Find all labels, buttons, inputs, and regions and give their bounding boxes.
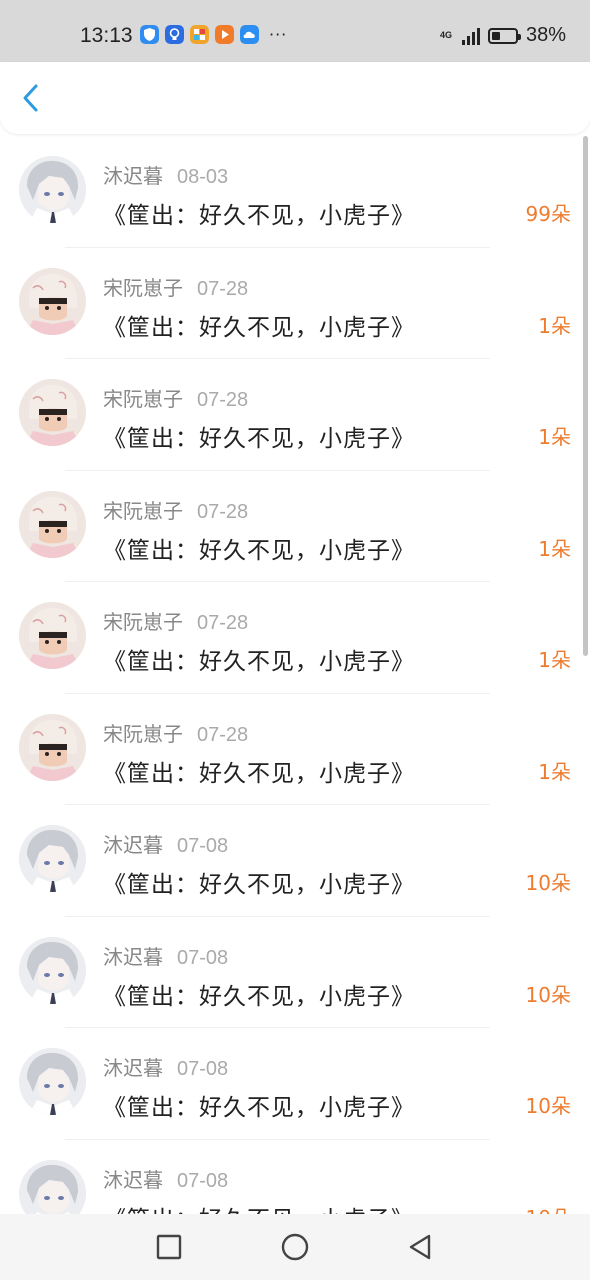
avatar[interactable] — [19, 267, 86, 335]
user-name: 宋阮崽子 — [103, 610, 183, 634]
flower-count: 1朵 — [538, 536, 571, 561]
flower-count: 10朵 — [526, 1202, 571, 1215]
user-name-line: 宋阮崽子 07-28 — [103, 495, 248, 524]
list-item[interactable]: 沐迟暮 07-08 《筐出：好久不见，小虎子》 10朵 — [0, 805, 590, 917]
status-right: 4G 38% — [440, 24, 566, 47]
navigation-bar — [0, 1214, 590, 1280]
user-name-line: 沐迟暮 08-03 — [103, 160, 228, 189]
date: 07-28 — [197, 389, 249, 411]
flower-count: 1朵 — [538, 648, 571, 672]
user-name: 沐迟暮 — [103, 944, 163, 969]
flower-count: 1朵 — [538, 313, 571, 338]
cloud-app-icon — [240, 25, 259, 44]
scrollbar[interactable] — [583, 136, 588, 656]
header — [0, 62, 590, 134]
avatar[interactable] — [19, 379, 86, 446]
date: 07-08 — [177, 835, 229, 857]
flower-count: 10朵 — [525, 982, 571, 1007]
battery-percent: 38% — [525, 24, 566, 46]
avatar[interactable] — [19, 713, 86, 781]
user-name: 沐迟暮 — [103, 833, 163, 857]
book-title: 《筐出：好久不见，小虎子》 — [103, 314, 415, 341]
flower-count: 99朵 — [525, 202, 571, 226]
battery-icon — [487, 27, 521, 44]
date: 07-08 — [177, 1058, 229, 1080]
list-item[interactable]: 沐迟暮 07-08 《筐出：好久不见，小虎子》 10朵 — [0, 1028, 590, 1140]
user-name: 沐迟暮 — [103, 164, 163, 188]
status-bar: 13:13 ··· 4G 38% — [0, 0, 590, 62]
circle-icon — [281, 1233, 309, 1261]
date: 07-28 — [197, 723, 249, 746]
user-name: 宋阮崽子 — [103, 387, 183, 411]
status-app-icons: ··· — [140, 25, 287, 44]
book-title: 《筐出：好久不见，小虎子》 — [103, 872, 415, 898]
square-icon — [156, 1234, 182, 1260]
date: 08-03 — [177, 166, 229, 188]
book-title: 《筐出：好久不见，小虎子》 — [103, 537, 415, 564]
list-item[interactable]: 宋阮崽子 07-28 《筐出：好久不见，小虎子》 1朵 — [0, 471, 590, 582]
chevron-left-icon — [23, 84, 38, 112]
signal-icon — [461, 27, 480, 45]
system-back-button[interactable] — [405, 1232, 435, 1262]
back-button[interactable] — [14, 80, 50, 116]
avatar[interactable] — [19, 1159, 86, 1214]
book-title: 《筐出：好久不见，小虎子》 — [103, 1200, 415, 1215]
user-name-line: 沐迟暮 07-08 — [103, 829, 228, 858]
user-name: 宋阮崽子 — [103, 721, 183, 746]
date: 07-08 — [177, 946, 229, 969]
book-title: 《筐出：好久不见，小虎子》 — [103, 649, 415, 675]
user-name-line: 沐迟暮 07-08 — [103, 1164, 228, 1193]
user-name-line: 宋阮崽子 07-28 — [103, 383, 248, 412]
list-item[interactable]: 沐迟暮 08-03 《筐出：好久不见，小虎子》 99朵 — [0, 136, 590, 248]
user-name-line: 宋阮崽子 07-28 — [103, 272, 248, 301]
network-type: 4G — [439, 30, 452, 40]
date: 07-08 — [177, 1169, 229, 1192]
book-title: 《筐出：好久不见，小虎子》 — [103, 1095, 415, 1121]
user-name-line: 沐迟暮 07-08 — [103, 941, 228, 970]
list-item[interactable]: 沐迟暮 07-08 《筐出：好久不见，小虎子》 10朵 — [0, 917, 590, 1028]
avatar[interactable] — [19, 936, 86, 1004]
puzzle-app-icon — [190, 25, 209, 44]
list-item[interactable]: 宋阮崽子 07-28 《筐出：好久不见，小虎子》 1朵 — [0, 359, 590, 471]
user-name-line: 宋阮崽子 07-28 — [103, 606, 248, 635]
list-item[interactable]: 宋阮崽子 07-28 《筐出：好久不见，小虎子》 1朵 — [0, 582, 590, 694]
flower-count: 1朵 — [538, 759, 571, 784]
user-name: 宋阮崽子 — [103, 275, 183, 300]
recents-button[interactable] — [154, 1232, 184, 1262]
home-button[interactable] — [280, 1232, 310, 1262]
play-app-icon — [215, 25, 234, 44]
shield-app-icon — [140, 25, 159, 44]
flower-count: 1朵 — [538, 425, 571, 449]
flower-count: 10朵 — [525, 1094, 571, 1118]
avatar[interactable] — [19, 602, 86, 669]
list-item[interactable]: 宋阮崽子 07-28 《筐出：好久不见，小虎子》 1朵 — [0, 694, 590, 805]
gift-record-list: 沐迟暮 08-03 《筐出：好久不见，小虎子》 99朵宋阮崽子 07-28 《筐出：好久不… — [0, 136, 590, 1214]
user-name: 沐迟暮 — [103, 1056, 163, 1080]
date: 07-28 — [197, 500, 249, 523]
list-item[interactable]: 沐迟暮 07-08 《筐出：好久不见，小虎子》 10朵 — [0, 1140, 590, 1215]
user-name-line: 宋阮崽子 07-28 — [103, 718, 248, 747]
avatar[interactable] — [19, 825, 86, 892]
user-name: 宋阮崽子 — [103, 498, 183, 523]
more-notifications-icon: ··· — [269, 25, 288, 44]
flower-count: 10朵 — [525, 871, 571, 895]
user-name-line: 沐迟暮 07-08 — [103, 1052, 228, 1081]
bulb-app-icon — [165, 25, 184, 44]
list-item[interactable]: 宋阮崽子 07-28 《筐出：好久不见，小虎子》 1朵 — [0, 248, 590, 359]
avatar[interactable] — [19, 156, 86, 223]
date: 07-28 — [197, 277, 249, 300]
avatar[interactable] — [19, 490, 86, 558]
book-title: 《筐出：好久不见，小虎子》 — [103, 983, 415, 1010]
book-title: 《筐出：好久不见，小虎子》 — [103, 203, 415, 229]
book-title: 《筐出：好久不见，小虎子》 — [103, 760, 415, 787]
status-time: 13:13 — [80, 24, 133, 47]
triangle-back-icon — [409, 1234, 431, 1260]
avatar[interactable] — [19, 1048, 86, 1115]
book-title: 《筐出：好久不见，小虎子》 — [103, 426, 415, 452]
date: 07-28 — [197, 612, 249, 634]
user-name: 沐迟暮 — [103, 1167, 163, 1192]
